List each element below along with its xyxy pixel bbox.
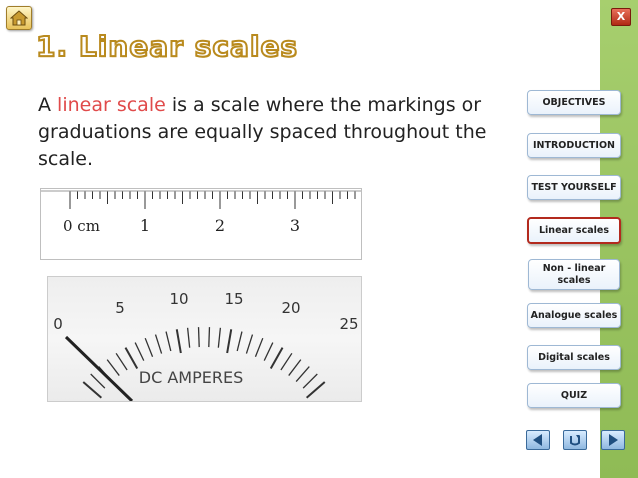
meter-tick	[288, 359, 302, 376]
triangle-left-icon	[533, 434, 542, 446]
meter-tick	[165, 331, 172, 352]
triangle-right-icon	[609, 434, 618, 446]
nav-introduction-button[interactable]: INTRODUCTION	[527, 133, 621, 158]
ruler-label-2: 2	[215, 216, 225, 235]
meter-tick	[263, 342, 274, 361]
nav-linear-scales-button[interactable]: Linear scales	[527, 217, 621, 244]
close-button[interactable]: X	[611, 8, 631, 26]
next-button[interactable]	[601, 430, 625, 450]
meter-tick	[236, 331, 243, 352]
meter-tick	[144, 337, 154, 358]
meter-tick	[115, 352, 128, 371]
ruler-unit-label: 0 cm	[63, 217, 100, 235]
meter-tick	[280, 352, 293, 371]
meter-tick	[217, 327, 222, 348]
meter-label-15: 15	[224, 290, 243, 308]
meter-tick	[302, 373, 318, 389]
home-icon	[10, 10, 28, 26]
replay-button[interactable]	[563, 430, 587, 450]
meter-tick	[90, 373, 106, 389]
meter-tick	[154, 334, 163, 354]
ruler-label-1: 1	[140, 216, 150, 235]
meter-tick	[106, 359, 120, 376]
previous-button[interactable]	[526, 430, 550, 450]
ruler-image: 0 cm 1 2 3	[40, 188, 362, 260]
meter-label-10: 10	[169, 290, 188, 308]
nav-analogue-scales-button[interactable]: Analogue scales	[527, 303, 621, 328]
meter-tick	[197, 327, 200, 348]
ammeter-image: 0 5 10 15 20 25 DC AMPERES	[47, 276, 362, 403]
replay-icon	[570, 435, 580, 446]
page-title: 1. Linear scales	[35, 29, 299, 64]
ruler-label-3: 3	[290, 216, 300, 235]
meter-caption: DC AMPERES	[139, 368, 243, 387]
meter-label-5: 5	[115, 299, 125, 317]
nav-quiz-button[interactable]: QUIZ	[527, 383, 621, 408]
nav-non-linear-scales-button[interactable]: Non - linear scales	[528, 259, 620, 290]
meter-label-25: 25	[339, 315, 358, 333]
nav-digital-scales-button[interactable]: Digital scales	[527, 345, 621, 370]
meter-tick	[186, 327, 191, 348]
home-button[interactable]	[6, 6, 32, 30]
nav-objectives-button[interactable]: OBJECTIVES	[527, 90, 621, 115]
meter-tick	[269, 347, 284, 370]
linear-scale-highlight: linear scale	[57, 94, 166, 116]
meter-label-0: 0	[53, 315, 63, 333]
meter-needle	[64, 335, 134, 403]
description-text: A linear scale is a scale where the mark…	[38, 92, 498, 173]
meter-tick	[134, 342, 145, 361]
meter-tick	[226, 329, 233, 354]
meter-tick	[254, 337, 264, 358]
meter-tick	[82, 381, 103, 399]
meter-tick	[295, 366, 310, 383]
description-prefix: A	[38, 94, 58, 116]
meter-tick	[305, 381, 326, 399]
meter-label-20: 20	[281, 299, 300, 317]
meter-tick	[245, 334, 254, 354]
nav-test-yourself-button[interactable]: TEST YOURSELF	[527, 175, 621, 200]
meter-tick	[175, 329, 182, 354]
meter-tick	[124, 347, 139, 370]
meter-tick	[208, 327, 211, 348]
